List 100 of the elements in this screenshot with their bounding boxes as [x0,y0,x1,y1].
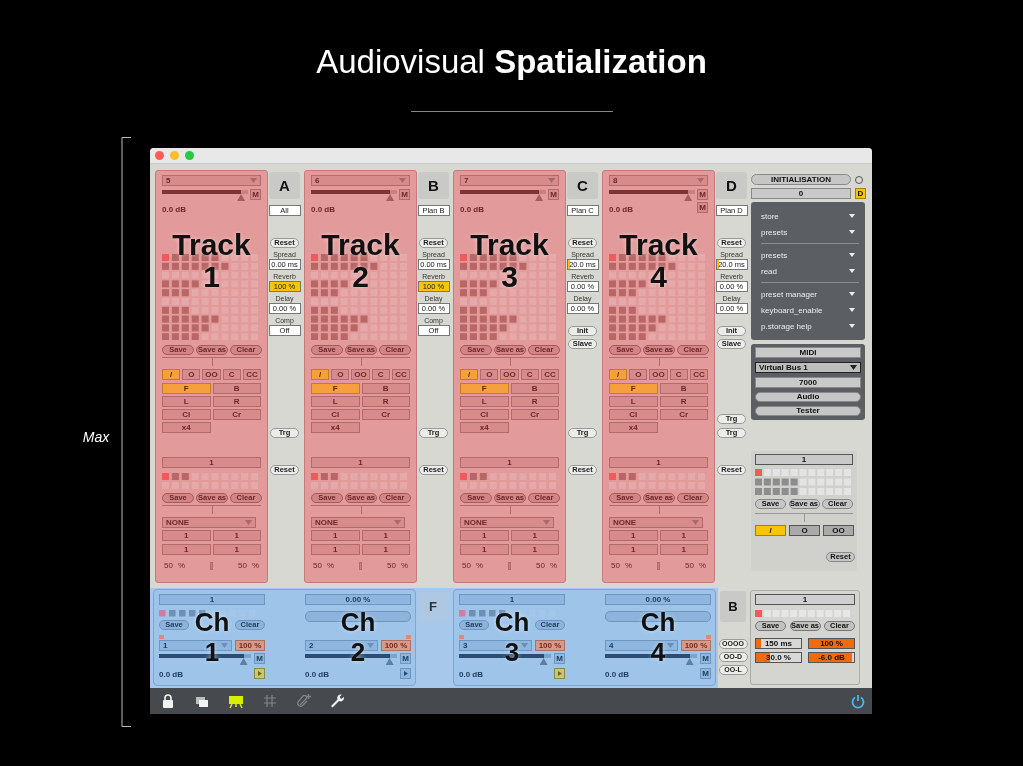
mode-button[interactable]: O [182,369,201,381]
mute-button[interactable]: M [548,189,559,200]
mute-button[interactable]: M [697,189,708,200]
speaker-button[interactable]: B [361,383,410,395]
mode-button[interactable]: / [162,369,181,381]
menu-item[interactable]: p.storage help [761,318,859,334]
gain-field[interactable]: 100 % [681,640,711,651]
mode-button[interactable]: C [669,369,688,381]
mode-button[interactable]: O [480,369,499,381]
speaker-button[interactable]: B [212,383,261,395]
mode-button[interactable]: OO [202,369,221,381]
mute-button[interactable]: M [700,668,711,679]
route-field[interactable]: 1 [609,544,658,556]
speaker-button[interactable]: Cr [361,409,410,421]
speaker-button[interactable]: R [510,396,559,408]
group-field[interactable]: 1 [755,594,855,605]
speaker-button[interactable]: Cr [212,409,261,421]
presentation-icon[interactable] [228,693,244,709]
speaker-button[interactable]: L [311,396,360,408]
play-button[interactable] [254,668,265,679]
gain-field[interactable]: 100 % [535,640,565,651]
mode-button[interactable]: CC [540,369,559,381]
mode-button[interactable]: O [629,369,648,381]
init-button[interactable]: INITIALISATION [751,174,851,185]
value-field[interactable]: 0.00 % [305,594,411,605]
mode-button[interactable]: OO [823,525,854,536]
speaker-button[interactable]: L [460,396,509,408]
speaker-button[interactable]: Cr [510,409,559,421]
source-dropdown[interactable]: NONE [162,517,256,529]
number-box[interactable]: 150 ms [755,638,802,649]
preset-dropdown[interactable]: 8 [609,175,708,186]
speaker-button[interactable]: B [510,383,559,395]
pill-button[interactable]: Tester [755,406,861,416]
route-field[interactable]: 1 [659,530,708,542]
number-box[interactable]: -6.0 dB [808,652,855,663]
route-field[interactable]: 1 [510,544,559,556]
mode-button[interactable]: C [222,369,241,381]
route-field[interactable]: 1 [609,530,658,542]
speaker-button[interactable]: R [361,396,410,408]
route-field[interactable]: 1 [162,530,211,542]
pan-handle[interactable] [657,561,660,570]
mute-button[interactable]: M [399,189,410,200]
port-field[interactable]: 7000 [755,377,861,388]
value-field[interactable]: 1 [459,594,565,605]
source-dropdown[interactable]: NONE [311,517,405,529]
route-field[interactable]: 1 [311,530,360,542]
speaker-button[interactable]: B [659,383,708,395]
mode-button[interactable]: C [371,369,390,381]
mode-button[interactable]: OO [649,369,668,381]
preset-dropdown[interactable]: 7 [460,175,559,186]
route-field[interactable]: 1 [510,530,559,542]
mode-button[interactable]: O [789,525,820,536]
route-field[interactable]: 1 [460,530,509,542]
mode-button[interactable]: / [609,369,628,381]
mute-button[interactable]: M [554,653,565,664]
speaker-button[interactable]: Cl [311,409,360,421]
mode-button[interactable]: CC [689,369,708,381]
wrench-icon[interactable] [330,693,346,709]
speaker-button[interactable]: F [162,383,211,395]
mute-button[interactable]: M [700,653,711,664]
route-field[interactable]: 1 [311,544,360,556]
group-field[interactable]: 1 [609,457,708,469]
play-button[interactable] [400,668,411,679]
pill-button[interactable]: Audio [755,392,861,402]
mode-button[interactable]: / [460,369,479,381]
pan-handle[interactable] [359,561,362,570]
speaker-button[interactable]: F [311,383,360,395]
mode-button[interactable]: / [311,369,330,381]
pan-handle[interactable] [210,561,213,570]
speaker-button[interactable]: R [659,396,708,408]
mode-button[interactable]: CC [242,369,261,381]
lock-icon[interactable] [160,693,176,709]
mode-button[interactable]: CC [391,369,410,381]
source-dropdown[interactable]: NONE [609,517,703,529]
source-dropdown[interactable]: NONE [460,517,554,529]
mode-button[interactable]: O [331,369,350,381]
route-field[interactable]: 1 [162,544,211,556]
mode-button[interactable]: OO [500,369,519,381]
speaker-button[interactable]: F [609,383,658,395]
preset-dropdown[interactable]: 6 [311,175,410,186]
mute-button[interactable]: M [250,189,261,200]
pan-handle[interactable] [508,561,511,570]
menu-item[interactable]: read [761,263,859,279]
speaker-button[interactable]: R [212,396,261,408]
group-field[interactable]: 1 [755,454,853,465]
mute-button[interactable]: M [697,202,708,213]
gain-field[interactable]: 100 % [235,640,265,651]
speaker-button[interactable]: x4 [460,422,509,434]
speaker-button[interactable]: x4 [311,422,360,434]
number-field[interactable]: 0 [751,188,851,199]
route-field[interactable]: 1 [460,544,509,556]
menu-item[interactable]: presets [761,247,859,263]
speaker-button[interactable]: L [609,396,658,408]
menu-item[interactable]: presets [761,224,859,240]
speaker-button[interactable]: F [460,383,509,395]
speaker-button[interactable]: Cr [659,409,708,421]
preset-dropdown[interactable]: 5 [162,175,261,186]
menu-item[interactable]: keyboard_enable [761,302,859,318]
route-field[interactable]: 1 [361,544,410,556]
mode-button[interactable]: C [520,369,539,381]
